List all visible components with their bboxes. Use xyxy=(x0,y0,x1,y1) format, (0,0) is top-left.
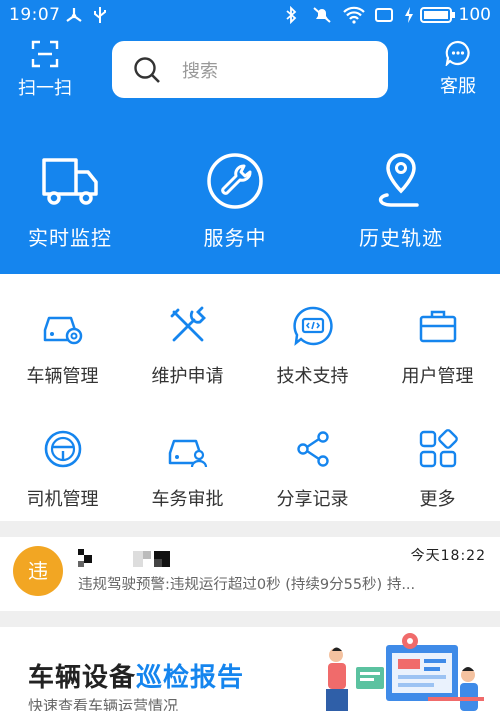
steering-wheel-icon xyxy=(44,430,81,468)
battery-level: 100 xyxy=(458,5,491,25)
grid-label: 更多 xyxy=(419,489,456,510)
feature-realtime-monitor[interactable]: 实时监控 xyxy=(0,150,140,251)
screen-icon xyxy=(375,8,393,22)
grid-label: 司机管理 xyxy=(26,489,99,510)
banner-title: 车辆设备巡检报告 xyxy=(28,663,245,693)
function-grid: 车辆管理 维护申请 技术支持 用户管理 司机管理 车务审批 分享记录 更多 xyxy=(0,274,500,521)
location-pin-icon xyxy=(378,153,419,207)
grid-label: 车务审批 xyxy=(151,489,224,510)
grid-item-tech-support[interactable]: 技术支持 xyxy=(250,302,375,388)
grid-item-share-records[interactable]: 分享记录 xyxy=(250,425,375,511)
grid-item-vehicle-approval[interactable]: 车务审批 xyxy=(125,425,250,511)
wrench-icon xyxy=(207,153,263,209)
feature-in-service[interactable]: 服务中 xyxy=(165,150,305,251)
grid-more-icon xyxy=(419,429,458,468)
wifi-icon xyxy=(343,6,365,24)
car-person-icon xyxy=(168,439,207,468)
grid-label: 技术支持 xyxy=(276,366,349,387)
scan-label: 扫一扫 xyxy=(18,78,72,99)
chat-bubble-icon xyxy=(445,40,470,68)
mute-icon xyxy=(313,7,331,23)
grid-item-driver-management[interactable]: 司机管理 xyxy=(0,425,125,511)
share-icon xyxy=(296,431,329,467)
feature-label: 历史轨迹 xyxy=(359,226,443,250)
notice-message: 违规驾驶预警:违规运行超过0秒 (持续9分55秒) 持... xyxy=(78,577,416,593)
car-gear-icon xyxy=(43,316,82,345)
grid-item-user-management[interactable]: 用户管理 xyxy=(375,302,500,388)
report-illustration-icon xyxy=(326,633,484,711)
grid-item-vehicle-management[interactable]: 车辆管理 xyxy=(0,302,125,388)
grid-label: 用户管理 xyxy=(401,366,474,387)
header-panel: 19:07 100 扫一扫 搜索 客服 实时监控 服务中 历史轨迹 xyxy=(0,0,500,274)
customer-service-button[interactable]: 客服 xyxy=(434,40,482,98)
violation-notice[interactable]: 违 今天18:22 违规驾驶预警:违规运行超过0秒 (持续9分55秒) 持... xyxy=(0,537,500,611)
code-bubble-icon xyxy=(292,306,333,346)
grid-label: 车辆管理 xyxy=(26,366,99,387)
grid-item-maintenance-request[interactable]: 维护申请 xyxy=(125,302,250,388)
search-placeholder: 搜索 xyxy=(182,61,218,82)
grid-item-more[interactable]: 更多 xyxy=(375,425,500,511)
feature-history-track[interactable]: 历史轨迹 xyxy=(331,150,471,251)
service-label: 客服 xyxy=(440,76,476,97)
charging-icon xyxy=(405,7,413,23)
truck-icon xyxy=(42,158,98,205)
scan-icon xyxy=(31,40,59,68)
grid-label: 维护申请 xyxy=(151,366,224,387)
search-input[interactable]: 搜索 xyxy=(112,41,388,98)
scan-button[interactable]: 扫一扫 xyxy=(14,40,76,100)
search-icon xyxy=(134,57,160,83)
grid-label: 分享记录 xyxy=(276,489,349,510)
network-icon xyxy=(66,8,82,22)
redacted-plate-icon xyxy=(78,549,170,567)
briefcase-icon xyxy=(419,310,456,343)
inspection-report-banner[interactable]: 车辆设备巡检报告 快速查看车辆运营情况 xyxy=(0,627,500,711)
banner-subtitle: 快速查看车辆运营情况 xyxy=(28,697,179,711)
tools-icon xyxy=(170,306,206,342)
feature-label: 实时监控 xyxy=(28,226,112,250)
usb-icon xyxy=(94,7,106,23)
violation-badge: 违 xyxy=(13,546,63,596)
status-bar: 19:07 100 xyxy=(0,0,500,30)
status-time: 19:07 xyxy=(9,5,61,25)
notice-time: 今天18:22 xyxy=(410,548,486,564)
battery-icon xyxy=(420,7,455,23)
feature-label: 服务中 xyxy=(203,226,267,250)
bluetooth-icon xyxy=(286,6,297,24)
